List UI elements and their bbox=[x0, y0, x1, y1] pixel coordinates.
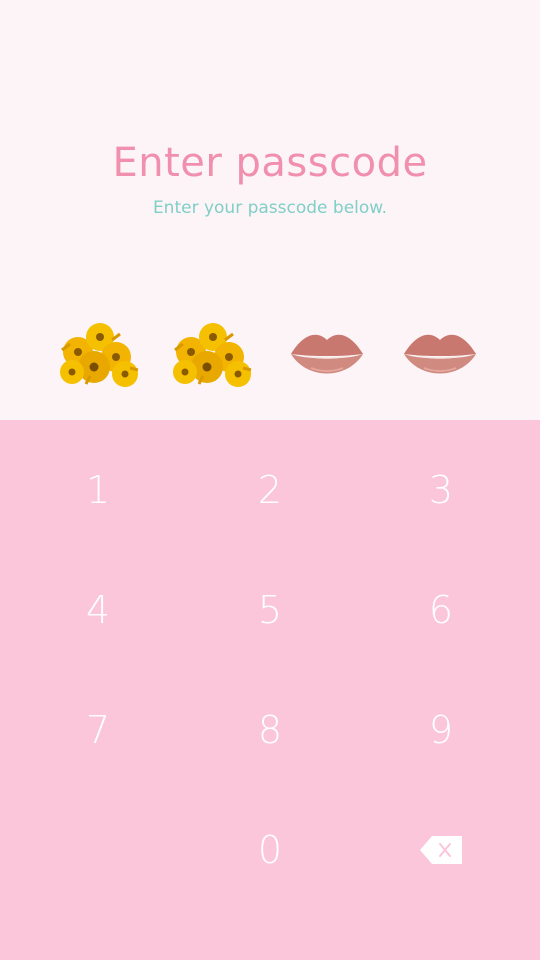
page-subtitle: Enter your passcode below. bbox=[152, 198, 388, 218]
key-8-label: 8 bbox=[257, 708, 283, 752]
key-3-label: 3 bbox=[428, 468, 454, 512]
key-4[interactable]: 4 bbox=[8, 550, 188, 670]
key-7[interactable]: 7 bbox=[8, 670, 188, 790]
key-0[interactable]: 0 bbox=[180, 790, 360, 910]
key-5[interactable]: 5 bbox=[180, 550, 360, 670]
key-3[interactable]: 3 bbox=[351, 430, 531, 550]
lips-icon bbox=[404, 334, 476, 374]
passcode-header-area: Enter passcode Enter your passcode below… bbox=[0, 0, 540, 420]
key-2-label: 2 bbox=[257, 468, 283, 512]
key-6[interactable]: 6 bbox=[351, 550, 531, 670]
sunflower-bouquet-icon bbox=[60, 323, 139, 387]
passcode-indicator-2 bbox=[163, 312, 263, 402]
sunflower-bouquet-icon bbox=[173, 323, 252, 387]
key-1-label: 1 bbox=[85, 468, 111, 512]
number-keypad: 1 2 3 4 5 6 7 8 9 0 bbox=[0, 420, 540, 960]
key-6-label: 6 bbox=[428, 588, 454, 632]
key-9-label: 9 bbox=[428, 708, 454, 752]
key-2[interactable]: 2 bbox=[180, 430, 360, 550]
passcode-indicators bbox=[0, 312, 540, 402]
page-title: Enter passcode bbox=[112, 140, 428, 186]
lips-icon bbox=[291, 334, 363, 374]
passcode-indicator-1 bbox=[50, 312, 150, 402]
key-5-label: 5 bbox=[257, 588, 283, 632]
passcode-indicator-4 bbox=[390, 312, 490, 402]
key-7-label: 7 bbox=[85, 708, 111, 752]
key-9[interactable]: 9 bbox=[351, 670, 531, 790]
key-1[interactable]: 1 bbox=[8, 430, 188, 550]
passcode-indicator-3 bbox=[277, 312, 377, 402]
key-4-label: 4 bbox=[85, 588, 111, 632]
key-8[interactable]: 8 bbox=[180, 670, 360, 790]
backspace-button[interactable] bbox=[351, 790, 531, 910]
key-0-label: 0 bbox=[257, 828, 283, 872]
backspace-icon bbox=[420, 836, 462, 864]
